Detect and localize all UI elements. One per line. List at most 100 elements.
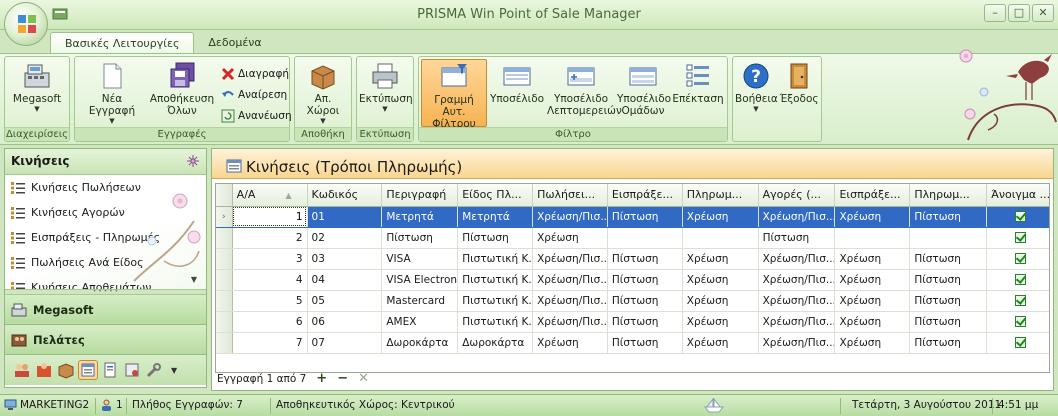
detail-footer-button[interactable]: Υποσέλιδο Λεπτομερειών: [547, 59, 622, 127]
warehouses-button[interactable]: Απ. Χώροι ▼: [297, 59, 349, 127]
cell-receipts-2[interactable]: Χρέωση: [834, 290, 911, 312]
cell-receipts-2[interactable]: Χρέωση: [834, 206, 911, 228]
cell-aa[interactable]: 5: [232, 290, 308, 312]
cell-sales[interactable]: Χρέωση/Πισ...: [532, 248, 608, 270]
cell-payments[interactable]: Χρέωση: [682, 269, 759, 291]
cell-receipts-2[interactable]: Χρέωση: [834, 332, 911, 354]
cell-description[interactable]: Mastercard: [381, 290, 459, 312]
cell-purchases[interactable]: Χρέωση/Πισ...: [758, 269, 836, 291]
cell-open-drawer[interactable]: [986, 206, 1049, 228]
cell-payment-type[interactable]: Πιστωτική Κ...: [457, 269, 534, 291]
cell-code[interactable]: 02: [307, 227, 383, 249]
cell-receipts[interactable]: Πίστωση: [607, 290, 683, 312]
cell-aa[interactable]: 3: [232, 248, 308, 270]
cell-description[interactable]: Μετρητά: [381, 206, 459, 228]
column-header-receipts-2[interactable]: Εισπράξε...: [834, 184, 911, 207]
undo-button[interactable]: Αναίρεση: [221, 86, 287, 104]
cell-payment-type[interactable]: Μετρητά: [457, 206, 534, 228]
exit-button[interactable]: Έξοδος: [779, 59, 819, 127]
pin-icon[interactable]: [186, 154, 200, 168]
cell-purchases[interactable]: Χρέωση/Πισ...: [758, 311, 836, 333]
column-header-payment-type[interactable]: Είδος Πλ...: [457, 184, 534, 207]
cell-payment-type[interactable]: Πιστωτική Κ...: [457, 311, 534, 333]
help-button[interactable]: ? Βοήθεια ▼: [735, 59, 778, 127]
cell-code[interactable]: 05: [307, 290, 383, 312]
close-button[interactable]: ✕: [1032, 4, 1054, 22]
cell-purchases[interactable]: Πίστωση: [758, 227, 836, 249]
checkbox-checked-icon[interactable]: [1014, 211, 1026, 222]
cell-code[interactable]: 06: [307, 311, 383, 333]
row-indicator[interactable]: ›: [216, 206, 233, 228]
column-header-aa[interactable]: Α/Α ▲: [232, 184, 308, 207]
add-record-icon[interactable]: +: [316, 372, 327, 385]
cell-payments-2[interactable]: Πίστωση: [909, 290, 988, 312]
cell-receipts-2[interactable]: Χρέωση: [834, 311, 911, 333]
auto-filter-row-button[interactable]: Γραμμή Αυτ. Φίλτρου: [421, 59, 487, 130]
cell-payments[interactable]: [682, 227, 759, 249]
people-icon[interactable]: [13, 361, 31, 379]
tools-icon[interactable]: [145, 361, 163, 379]
table-row[interactable]: 7 07 Δωροκάρτα Δωροκάρτα Χρέωση Πίστωση Χρέωση…: [216, 332, 1049, 354]
save-all-button[interactable]: Αποθήκευση Όλων: [149, 59, 215, 127]
cell-payments[interactable]: Χρέωση: [682, 248, 759, 270]
movements-icon[interactable]: [78, 360, 98, 380]
cell-receipts-2[interactable]: [834, 227, 911, 249]
nav-section-customers[interactable]: Πελάτες: [5, 325, 206, 355]
cell-aa[interactable]: 1: [232, 206, 308, 228]
cell-payments-2[interactable]: Πίστωση: [909, 311, 988, 333]
column-header-code[interactable]: Κωδικός: [307, 184, 383, 207]
cell-open-drawer[interactable]: [986, 332, 1049, 354]
cell-code[interactable]: 07: [307, 332, 383, 354]
minimize-button[interactable]: –: [984, 4, 1006, 22]
column-header-receipts[interactable]: Εισπράξε...: [607, 184, 683, 207]
cell-description[interactable]: VISA Electron: [381, 269, 459, 291]
cell-receipts[interactable]: Πίστωση: [607, 269, 683, 291]
row-indicator[interactable]: [216, 290, 233, 312]
cell-description[interactable]: Πίστωση: [381, 227, 459, 249]
cancel-edit-icon[interactable]: ✕: [358, 372, 369, 385]
footer-button[interactable]: Υποσέλιδο: [489, 59, 545, 127]
group-footer-button[interactable]: Υποσέλιδο Ομάδων: [617, 59, 671, 127]
checkbox-checked-icon[interactable]: [1014, 316, 1026, 327]
row-indicator[interactable]: [216, 269, 233, 291]
table-row[interactable]: › 1 01 Μετρητά Μετρητά Χρέωση/Πισ... Πίστωση Χρ…: [216, 206, 1049, 228]
cell-open-drawer[interactable]: [986, 311, 1049, 333]
more-shortcuts-icon[interactable]: ▼: [171, 366, 177, 375]
cell-receipts-2[interactable]: Χρέωση: [834, 248, 911, 270]
suppliers-icon[interactable]: [35, 361, 53, 379]
cell-receipts[interactable]: Πίστωση: [607, 206, 683, 228]
checkbox-checked-icon[interactable]: [1014, 295, 1026, 306]
cell-code[interactable]: 03: [307, 248, 383, 270]
cell-payment-type[interactable]: Πίστωση: [457, 227, 534, 249]
new-record-button[interactable]: Νέα Εγγραφή ▼: [77, 59, 147, 127]
delete-button[interactable]: Διαγραφή: [221, 65, 289, 83]
column-header-payments[interactable]: Πληρωμ...: [682, 184, 759, 207]
row-indicator[interactable]: [216, 332, 233, 354]
cell-purchases[interactable]: Χρέωση/Πισ...: [758, 248, 836, 270]
column-header-payments-2[interactable]: Πληρωμ...: [909, 184, 988, 207]
cell-payments[interactable]: Χρέωση: [682, 311, 759, 333]
cell-open-drawer[interactable]: [986, 248, 1049, 270]
cell-sales[interactable]: Χρέωση/Πισ...: [532, 311, 608, 333]
table-row[interactable]: 6 06 AMEX Πιστωτική Κ... Χρέωση/Πισ... Πίστωσ…: [216, 311, 1049, 333]
cell-receipts[interactable]: Πίστωση: [607, 311, 683, 333]
table-row[interactable]: 3 03 VISA Πιστωτική Κ... Χρέωση/Πισ... Πίστωσ…: [216, 248, 1049, 270]
cell-sales[interactable]: Χρέωση: [532, 332, 608, 354]
warehouse-box-icon[interactable]: [57, 361, 75, 379]
cell-receipts[interactable]: Πίστωση: [607, 248, 683, 270]
cell-payment-type[interactable]: Πιστωτική Κ...: [457, 248, 534, 270]
cell-aa[interactable]: 4: [232, 269, 308, 291]
cell-purchases[interactable]: Χρέωση/Πισ...: [758, 290, 836, 312]
column-header-sales[interactable]: Πωλήσει...: [532, 184, 608, 207]
row-indicator[interactable]: [216, 248, 233, 270]
cell-receipts[interactable]: [607, 227, 683, 249]
megasoft-button[interactable]: Megasoft ▼: [7, 59, 67, 127]
cell-payment-type[interactable]: Δωροκάρτα: [457, 332, 534, 354]
cell-description[interactable]: Δωροκάρτα: [381, 332, 459, 354]
cell-payments[interactable]: Χρέωση: [682, 290, 759, 312]
cell-aa[interactable]: 2: [232, 227, 308, 249]
tab-data[interactable]: Δεδομένα: [194, 32, 275, 54]
cell-payments-2[interactable]: Πίστωση: [909, 269, 988, 291]
cell-open-drawer[interactable]: [986, 290, 1049, 312]
expand-button[interactable]: Επέκταση: [671, 59, 725, 127]
